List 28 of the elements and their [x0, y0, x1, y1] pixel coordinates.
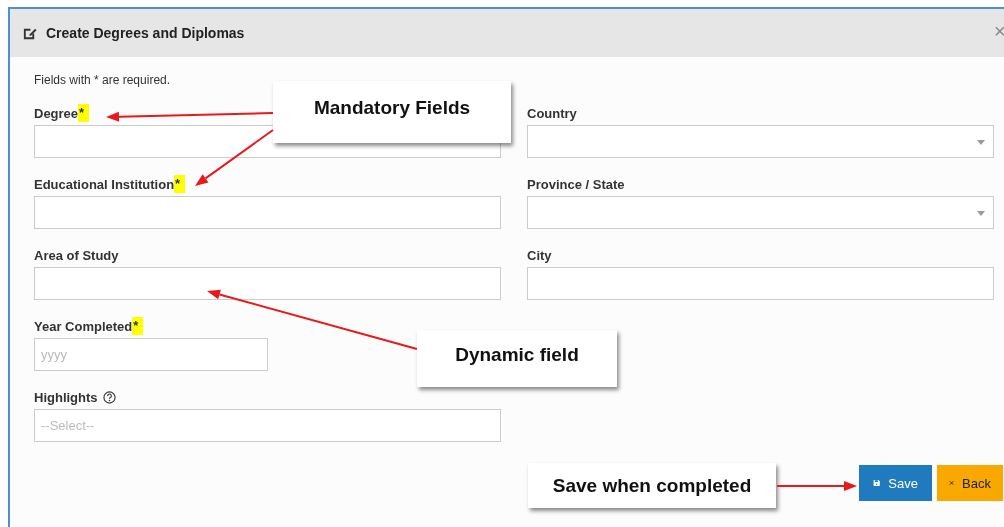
field-label: Year Completed: [34, 318, 133, 334]
caret-icon: [977, 211, 985, 216]
required-note: Fields with * are required.: [34, 73, 172, 89]
dialog-title: Create Degrees and Diplomas: [46, 25, 245, 41]
field-label: Educational Institution: [34, 176, 175, 192]
required-mark: *: [78, 104, 90, 122]
caret-icon: [977, 140, 985, 145]
field-label: Country: [527, 105, 577, 121]
required-mark: *: [132, 317, 144, 335]
field-label: Province / State: [527, 176, 625, 192]
input-field[interactable]: [34, 196, 501, 229]
help-icon[interactable]: [102, 390, 116, 404]
close-icon[interactable]: ×: [994, 19, 1004, 43]
callout-tooltip: Save when completed: [528, 463, 776, 508]
dropdown-field[interactable]: [527, 125, 994, 158]
save-button[interactable]: Save: [859, 465, 932, 501]
field-label: City: [527, 247, 552, 263]
back-button[interactable]: Back: [937, 465, 1003, 501]
input-field[interactable]: yyyy: [34, 338, 268, 371]
field-label: Highlights: [34, 389, 98, 405]
required-mark: *: [174, 175, 186, 193]
callout-tooltip: Mandatory Fields: [273, 81, 511, 143]
field-label: Degree: [34, 105, 79, 121]
dropdown-field[interactable]: [527, 196, 994, 229]
field-label: Area of Study: [34, 247, 119, 263]
input-field[interactable]: [527, 267, 994, 300]
input-field[interactable]: [34, 267, 501, 300]
callout-tooltip: Dynamic field: [417, 330, 617, 387]
